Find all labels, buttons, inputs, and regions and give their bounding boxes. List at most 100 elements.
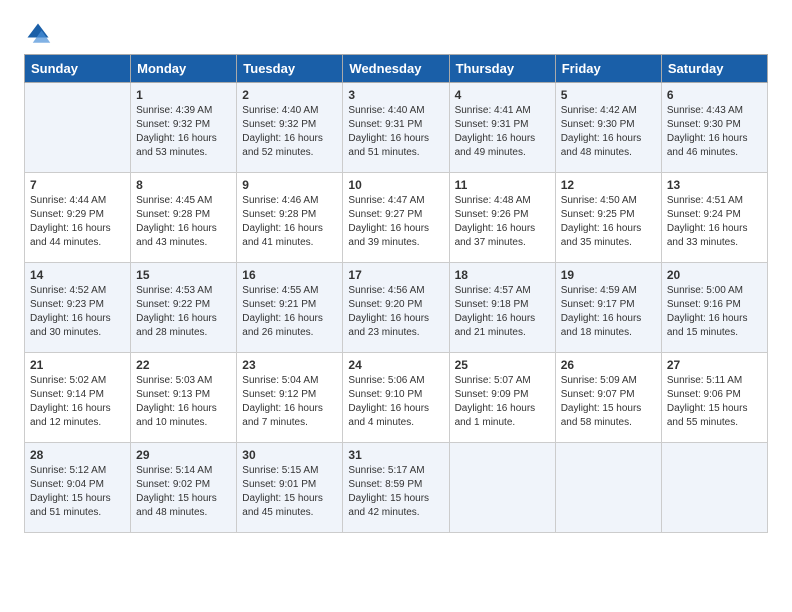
- day-number: 20: [667, 268, 762, 282]
- day-number: 13: [667, 178, 762, 192]
- day-number: 6: [667, 88, 762, 102]
- day-info: Sunrise: 5:14 AM Sunset: 9:02 PM Dayligh…: [136, 464, 231, 520]
- day-info: Sunrise: 5:11 AM Sunset: 9:06 PM Dayligh…: [667, 374, 762, 430]
- calendar-cell: 17 Sunrise: 4:56 AM Sunset: 9:20 PM Dayli…: [343, 263, 449, 353]
- day-number: 26: [561, 358, 656, 372]
- calendar-cell: 21 Sunrise: 5:02 AM Sunset: 9:14 PM Dayli…: [25, 353, 131, 443]
- day-info: Sunrise: 5:06 AM Sunset: 9:10 PM Dayligh…: [348, 374, 443, 430]
- header: [24, 20, 768, 48]
- day-header-sunday: Sunday: [25, 55, 131, 83]
- day-number: 5: [561, 88, 656, 102]
- day-info: Sunrise: 4:50 AM Sunset: 9:25 PM Dayligh…: [561, 194, 656, 250]
- day-info: Sunrise: 4:39 AM Sunset: 9:32 PM Dayligh…: [136, 104, 231, 160]
- day-info: Sunrise: 5:15 AM Sunset: 9:01 PM Dayligh…: [242, 464, 337, 520]
- day-header-saturday: Saturday: [661, 55, 767, 83]
- calendar-week-1: 1 Sunrise: 4:39 AM Sunset: 9:32 PM Daylig…: [25, 83, 768, 173]
- calendar-cell: 8Sunrise: 4:45 AM Sunset: 9:28 PM Daylig…: [131, 173, 237, 263]
- day-number: 15: [136, 268, 231, 282]
- calendar-cell: 5 Sunrise: 4:42 AM Sunset: 9:30 PM Daylig…: [555, 83, 661, 173]
- calendar-cell: 12 Sunrise: 4:50 AM Sunset: 9:25 PM Dayli…: [555, 173, 661, 263]
- calendar-cell: 4Sunrise: 4:41 AM Sunset: 9:31 PM Daylig…: [449, 83, 555, 173]
- calendar-cell: 1 Sunrise: 4:39 AM Sunset: 9:32 PM Daylig…: [131, 83, 237, 173]
- day-number: 29: [136, 448, 231, 462]
- calendar-cell: [449, 443, 555, 533]
- calendar-cell: [555, 443, 661, 533]
- day-number: 2: [242, 88, 337, 102]
- day-info: Sunrise: 4:59 AM Sunset: 9:17 PM Dayligh…: [561, 284, 656, 340]
- day-info: Sunrise: 4:47 AM Sunset: 9:27 PM Dayligh…: [348, 194, 443, 250]
- calendar-cell: 26Sunrise: 5:09 AM Sunset: 9:07 PM Dayli…: [555, 353, 661, 443]
- day-number: 11: [455, 178, 550, 192]
- calendar-cell: 27 Sunrise: 5:11 AM Sunset: 9:06 PM Dayli…: [661, 353, 767, 443]
- calendar-cell: [661, 443, 767, 533]
- day-number: 19: [561, 268, 656, 282]
- day-info: Sunrise: 5:00 AM Sunset: 9:16 PM Dayligh…: [667, 284, 762, 340]
- calendar-cell: 6 Sunrise: 4:43 AM Sunset: 9:30 PM Daylig…: [661, 83, 767, 173]
- calendar-cell: 3 Sunrise: 4:40 AM Sunset: 9:31 PM Daylig…: [343, 83, 449, 173]
- calendar-cell: 2Sunrise: 4:40 AM Sunset: 9:32 PM Daylig…: [237, 83, 343, 173]
- day-info: Sunrise: 4:43 AM Sunset: 9:30 PM Dayligh…: [667, 104, 762, 160]
- day-info: Sunrise: 5:07 AM Sunset: 9:09 PM Dayligh…: [455, 374, 550, 430]
- day-info: Sunrise: 4:53 AM Sunset: 9:22 PM Dayligh…: [136, 284, 231, 340]
- day-info: Sunrise: 4:42 AM Sunset: 9:30 PM Dayligh…: [561, 104, 656, 160]
- day-info: Sunrise: 5:03 AM Sunset: 9:13 PM Dayligh…: [136, 374, 231, 430]
- day-info: Sunrise: 5:02 AM Sunset: 9:14 PM Dayligh…: [30, 374, 125, 430]
- calendar-cell: 10 Sunrise: 4:47 AM Sunset: 9:27 PM Dayli…: [343, 173, 449, 263]
- day-number: 12: [561, 178, 656, 192]
- calendar-week-4: 21 Sunrise: 5:02 AM Sunset: 9:14 PM Dayli…: [25, 353, 768, 443]
- day-number: 10: [348, 178, 443, 192]
- day-info: Sunrise: 4:46 AM Sunset: 9:28 PM Dayligh…: [242, 194, 337, 250]
- calendar-cell: 31Sunrise: 5:17 AM Sunset: 8:59 PM Dayli…: [343, 443, 449, 533]
- day-header-tuesday: Tuesday: [237, 55, 343, 83]
- calendar-cell: 18Sunrise: 4:57 AM Sunset: 9:18 PM Dayli…: [449, 263, 555, 353]
- calendar-cell: 13 Sunrise: 4:51 AM Sunset: 9:24 PM Dayli…: [661, 173, 767, 263]
- calendar-cell: 30Sunrise: 5:15 AM Sunset: 9:01 PM Dayli…: [237, 443, 343, 533]
- day-number: 17: [348, 268, 443, 282]
- day-info: Sunrise: 4:41 AM Sunset: 9:31 PM Dayligh…: [455, 104, 550, 160]
- day-info: Sunrise: 4:55 AM Sunset: 9:21 PM Dayligh…: [242, 284, 337, 340]
- day-info: Sunrise: 4:51 AM Sunset: 9:24 PM Dayligh…: [667, 194, 762, 250]
- calendar-table: SundayMondayTuesdayWednesdayThursdayFrid…: [24, 54, 768, 533]
- calendar-cell: 25 Sunrise: 5:07 AM Sunset: 9:09 PM Dayli…: [449, 353, 555, 443]
- day-number: 22: [136, 358, 231, 372]
- day-header-friday: Friday: [555, 55, 661, 83]
- calendar-cell: 14 Sunrise: 4:52 AM Sunset: 9:23 PM Dayli…: [25, 263, 131, 353]
- day-info: Sunrise: 4:44 AM Sunset: 9:29 PM Dayligh…: [30, 194, 125, 250]
- day-info: Sunrise: 4:40 AM Sunset: 9:31 PM Dayligh…: [348, 104, 443, 160]
- logo: [24, 20, 56, 48]
- calendar-cell: 16Sunrise: 4:55 AM Sunset: 9:21 PM Dayli…: [237, 263, 343, 353]
- day-number: 23: [242, 358, 337, 372]
- calendar-cell: 7 Sunrise: 4:44 AM Sunset: 9:29 PM Daylig…: [25, 173, 131, 263]
- day-header-monday: Monday: [131, 55, 237, 83]
- day-number: 27: [667, 358, 762, 372]
- logo-icon: [24, 20, 52, 48]
- day-header-thursday: Thursday: [449, 55, 555, 83]
- day-number: 21: [30, 358, 125, 372]
- calendar-cell: 23 Sunrise: 5:04 AM Sunset: 9:12 PM Dayli…: [237, 353, 343, 443]
- calendar-cell: 22 Sunrise: 5:03 AM Sunset: 9:13 PM Dayli…: [131, 353, 237, 443]
- day-info: Sunrise: 4:52 AM Sunset: 9:23 PM Dayligh…: [30, 284, 125, 340]
- day-info: Sunrise: 5:04 AM Sunset: 9:12 PM Dayligh…: [242, 374, 337, 430]
- calendar-cell: 19 Sunrise: 4:59 AM Sunset: 9:17 PM Dayli…: [555, 263, 661, 353]
- day-info: Sunrise: 5:12 AM Sunset: 9:04 PM Dayligh…: [30, 464, 125, 520]
- day-number: 9: [242, 178, 337, 192]
- calendar-body: 1 Sunrise: 4:39 AM Sunset: 9:32 PM Daylig…: [25, 83, 768, 533]
- day-info: Sunrise: 4:56 AM Sunset: 9:20 PM Dayligh…: [348, 284, 443, 340]
- calendar-week-2: 7 Sunrise: 4:44 AM Sunset: 9:29 PM Daylig…: [25, 173, 768, 263]
- calendar-cell: 11 Sunrise: 4:48 AM Sunset: 9:26 PM Dayli…: [449, 173, 555, 263]
- day-number: 31: [348, 448, 443, 462]
- calendar-header-row: SundayMondayTuesdayWednesdayThursdayFrid…: [25, 55, 768, 83]
- calendar-cell: 29 Sunrise: 5:14 AM Sunset: 9:02 PM Dayli…: [131, 443, 237, 533]
- day-number: 14: [30, 268, 125, 282]
- calendar-cell: 15 Sunrise: 4:53 AM Sunset: 9:22 PM Dayli…: [131, 263, 237, 353]
- day-info: Sunrise: 4:48 AM Sunset: 9:26 PM Dayligh…: [455, 194, 550, 250]
- day-number: 8: [136, 178, 231, 192]
- day-number: 28: [30, 448, 125, 462]
- calendar-cell: [25, 83, 131, 173]
- calendar-week-5: 28 Sunrise: 5:12 AM Sunset: 9:04 PM Dayli…: [25, 443, 768, 533]
- day-number: 7: [30, 178, 125, 192]
- day-number: 3: [348, 88, 443, 102]
- day-header-wednesday: Wednesday: [343, 55, 449, 83]
- day-number: 1: [136, 88, 231, 102]
- day-number: 25: [455, 358, 550, 372]
